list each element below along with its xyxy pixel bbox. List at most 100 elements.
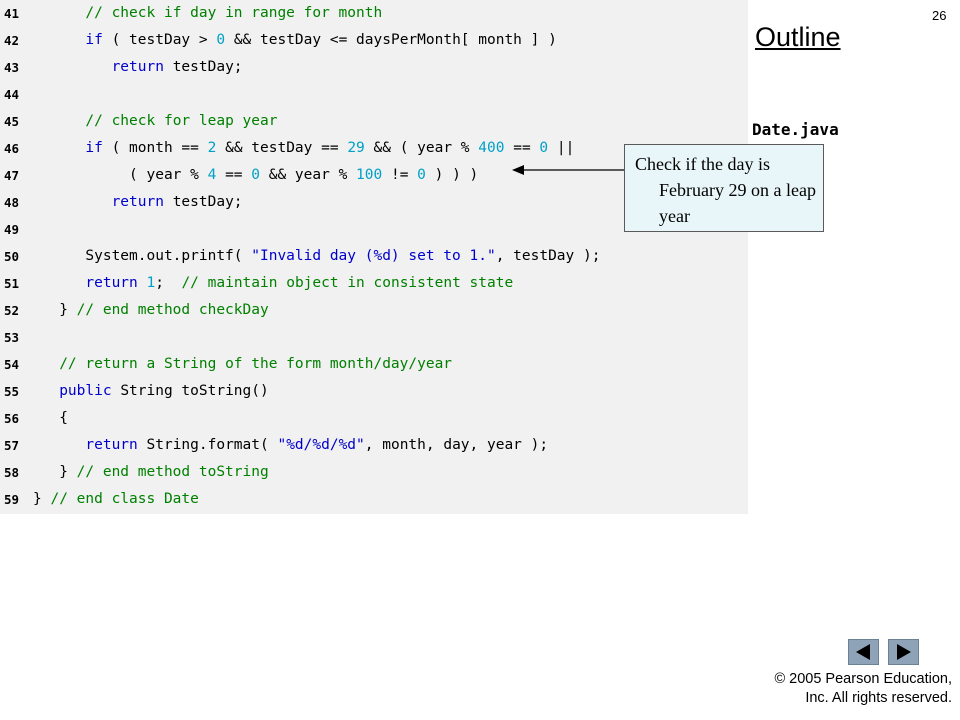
code-token: , testDay ); xyxy=(495,248,601,264)
code-token: ; xyxy=(155,275,182,291)
code-token: public xyxy=(59,383,112,399)
code-text: // check for leap year xyxy=(33,108,277,135)
code-line: 59} // end class Date xyxy=(0,486,748,513)
code-text: } // end method toString xyxy=(33,459,269,486)
code-token: && testDay == xyxy=(216,140,348,156)
line-number: 50 xyxy=(4,249,20,264)
code-token: == xyxy=(216,167,252,183)
code-line: 52 } // end method checkDay xyxy=(0,297,748,324)
triangle-left-icon xyxy=(856,644,870,660)
code-text: return testDay; xyxy=(33,54,243,81)
line-number: 41 xyxy=(4,6,20,21)
code-token: == xyxy=(504,140,540,156)
line-number: 55 xyxy=(4,384,20,399)
code-line: 45 // check for leap year xyxy=(0,108,748,135)
code-token: testDay; xyxy=(163,59,243,75)
code-token: // end class Date xyxy=(50,491,199,507)
code-token: // check if day in range for month xyxy=(85,5,383,21)
triangle-right-icon xyxy=(897,644,911,660)
outline-link[interactable]: Outline xyxy=(755,22,841,53)
code-token: != xyxy=(382,167,418,183)
code-token: return xyxy=(85,275,138,291)
code-token: 1 xyxy=(146,275,156,291)
code-token: // end method checkDay xyxy=(76,302,269,318)
code-token: && year % xyxy=(260,167,357,183)
next-slide-button[interactable] xyxy=(888,639,919,665)
code-line: 58 } // end method toString xyxy=(0,459,748,486)
code-token: 100 xyxy=(356,167,383,183)
code-token: // check for leap year xyxy=(85,113,278,129)
code-token: || xyxy=(548,140,575,156)
code-token: return xyxy=(111,194,164,210)
code-text: return String.format( "%d/%d/%d", month,… xyxy=(33,432,548,459)
code-token: // return a String of the form month/day… xyxy=(59,356,453,372)
code-token: String.format( xyxy=(137,437,278,453)
code-line: 55 public String toString() xyxy=(0,378,748,405)
code-text: return testDay; xyxy=(33,189,243,216)
code-token: return xyxy=(85,437,138,453)
code-text: if ( month == 2 && testDay == 29 && ( ye… xyxy=(33,135,574,162)
code-token: "%d/%d/%d" xyxy=(277,437,365,453)
code-token: if xyxy=(85,140,103,156)
copyright-notice: © 2005 Pearson Education, Inc. All right… xyxy=(748,670,952,708)
code-token: } xyxy=(33,491,51,507)
line-number: 56 xyxy=(4,411,20,426)
line-number: 59 xyxy=(4,492,20,507)
code-text: { xyxy=(33,405,68,432)
line-number: 46 xyxy=(4,141,20,156)
line-number: 44 xyxy=(4,87,20,102)
code-listing: 41 // check if day in range for month 42 … xyxy=(0,0,748,514)
line-number: 47 xyxy=(4,168,20,183)
code-token: if xyxy=(85,32,103,48)
code-token: System.out.printf( xyxy=(33,248,252,264)
line-number: 57 xyxy=(4,438,20,453)
line-number: 51 xyxy=(4,276,20,291)
code-line: 51 return 1; // maintain object in consi… xyxy=(0,270,748,297)
code-text: public String toString() xyxy=(33,378,269,405)
code-token: 0 xyxy=(216,32,226,48)
code-token: String toString() xyxy=(111,383,269,399)
line-number: 53 xyxy=(4,330,20,345)
code-text: // return a String of the form month/day… xyxy=(33,351,452,378)
line-number: 42 xyxy=(4,33,20,48)
callout-text: Check if the day is February 29 on a lea… xyxy=(635,154,816,226)
code-line: 53 xyxy=(0,324,748,351)
code-token: ) ) ) xyxy=(425,167,479,183)
code-text: // check if day in range for month xyxy=(33,0,382,27)
code-line: 44 xyxy=(0,81,748,108)
code-token: 0 xyxy=(539,140,549,156)
slide-number: 26 xyxy=(932,8,947,23)
code-line: 42 if ( testDay > 0 && testDay <= daysPe… xyxy=(0,27,748,54)
code-token: // end method toString xyxy=(76,464,269,480)
code-text: return 1; // maintain object in consiste… xyxy=(33,270,513,297)
callout-arrow xyxy=(512,165,624,175)
line-number: 58 xyxy=(4,465,20,480)
code-text: } // end method checkDay xyxy=(33,297,269,324)
code-token: ( testDay > xyxy=(102,32,217,48)
code-text: System.out.printf( "Invalid day (%d) set… xyxy=(33,243,600,270)
copyright-line-1: © 2005 Pearson Education, xyxy=(774,671,952,687)
code-line: 56 { xyxy=(0,405,748,432)
code-token: { xyxy=(33,410,68,426)
previous-slide-button[interactable] xyxy=(848,639,879,665)
line-number: 48 xyxy=(4,195,20,210)
code-token: } xyxy=(33,464,77,480)
line-number: 43 xyxy=(4,60,20,75)
code-line: 57 return String.format( "%d/%d/%d", mon… xyxy=(0,432,748,459)
code-token: "Invalid day (%d) set to 1." xyxy=(251,248,496,264)
code-token: ( month == xyxy=(102,140,208,156)
line-number: 52 xyxy=(4,303,20,318)
copyright-line-2: Inc. All rights reserved. xyxy=(805,690,952,706)
code-line: 41 // check if day in range for month xyxy=(0,0,748,27)
code-token: } xyxy=(33,302,77,318)
code-token: 29 xyxy=(347,140,365,156)
code-token: 400 xyxy=(478,140,505,156)
